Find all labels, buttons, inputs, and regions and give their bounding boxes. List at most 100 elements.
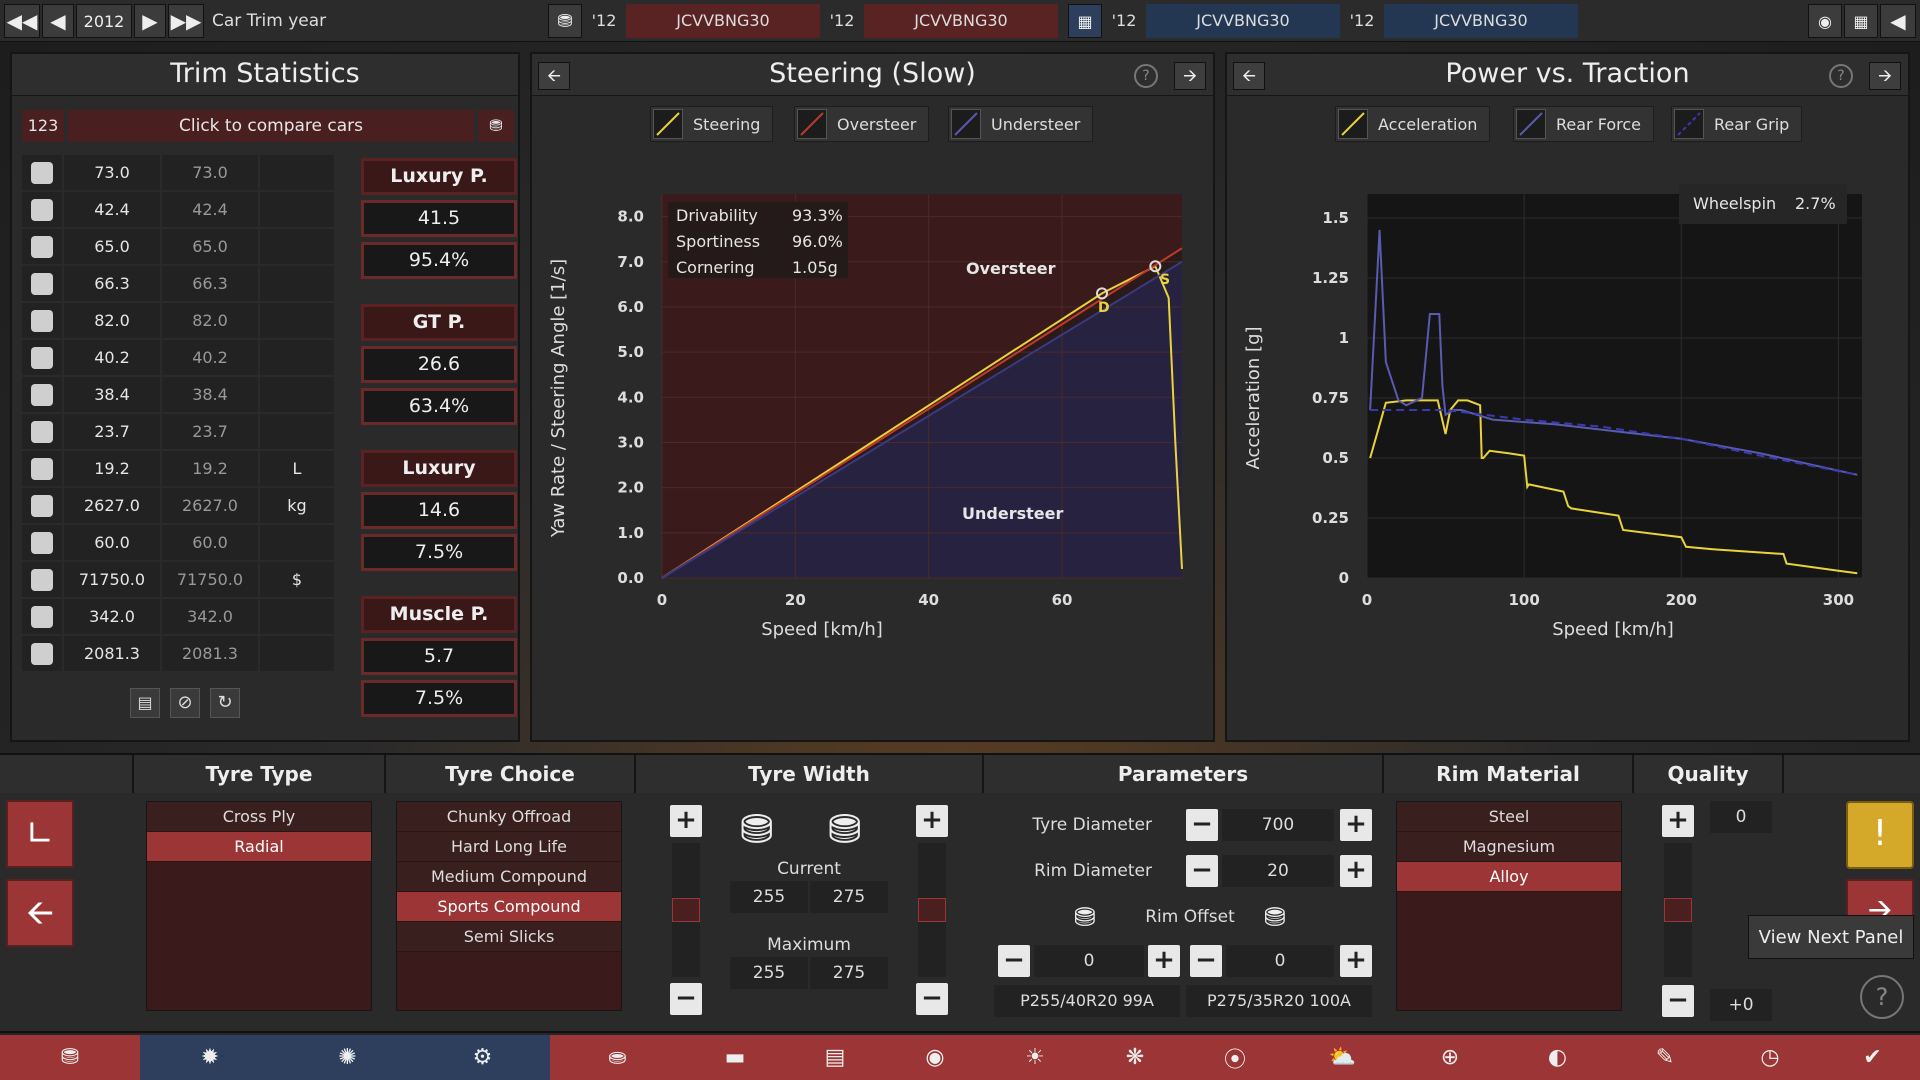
trim-icon[interactable]: ⛂ xyxy=(550,1035,685,1080)
front-offset-minus-button[interactable]: − xyxy=(998,945,1030,977)
camera-icon[interactable]: ◉ xyxy=(1808,4,1842,38)
legend-steering[interactable]: Steering xyxy=(650,106,774,142)
car-1-slot[interactable]: JCVVBNG30 xyxy=(626,4,820,38)
rear-width-plus-button[interactable]: + xyxy=(916,805,948,837)
front-width-plus-button[interactable]: + xyxy=(670,805,702,837)
reset-icon[interactable]: ↻ xyxy=(210,688,240,718)
rating-percent: 7.5% xyxy=(361,534,517,571)
quality-slider[interactable] xyxy=(1664,843,1692,977)
stat-unit: $ xyxy=(260,562,334,597)
rear-offset-plus-button[interactable]: + xyxy=(1340,945,1372,977)
done-icon[interactable]: ✔ xyxy=(1825,1035,1920,1080)
fixture-icon[interactable]: ▤ xyxy=(785,1035,885,1080)
quality-minus-button[interactable]: − xyxy=(1662,985,1694,1017)
aero-icon[interactable]: ◉ xyxy=(885,1035,985,1080)
compare-car-icon[interactable]: ⛃ xyxy=(478,110,514,142)
legend-oversteer[interactable]: Oversteer xyxy=(794,106,930,142)
list-item[interactable]: Magnesium xyxy=(1397,832,1621,862)
list-item[interactable]: Chunky Offroad xyxy=(397,802,621,832)
graph-icon[interactable]: ∟ xyxy=(6,800,74,868)
help-icon[interactable]: ? xyxy=(1134,64,1158,88)
list-item[interactable]: Steel xyxy=(1397,802,1621,832)
stat-compare: 19.2 xyxy=(162,451,258,486)
back-arrow-icon[interactable]: 🡨 xyxy=(6,879,74,947)
x-axis-label: Speed [km/h] xyxy=(1552,619,1674,640)
list-item[interactable]: Semi Slicks xyxy=(397,922,621,952)
prev-year-button[interactable]: ◀ xyxy=(42,4,74,38)
car-3-slot[interactable]: JCVVBNG30 xyxy=(1146,4,1340,38)
compare-cars-button[interactable]: Click to compare cars xyxy=(68,110,474,142)
tyre-diameter-minus-button[interactable]: − xyxy=(1186,809,1218,841)
next-year-button[interactable]: ▶ xyxy=(134,4,166,38)
help-icon[interactable]: ? xyxy=(1860,975,1904,1019)
legend-rear-force[interactable]: Rear Force xyxy=(1513,106,1654,142)
test-icon[interactable]: ✎ xyxy=(1615,1035,1715,1080)
legend-acceleration[interactable]: Acceleration xyxy=(1335,106,1491,142)
interior-icon[interactable]: ▬ xyxy=(685,1035,785,1080)
rim-diameter-plus-button[interactable]: + xyxy=(1340,855,1372,887)
steering-icon[interactable]: ⊕ xyxy=(1400,1035,1500,1080)
tyre-choice-header: Tyre Choice xyxy=(386,755,636,793)
rear-tyre-spec: P275/35R20 100A xyxy=(1186,985,1372,1017)
tyre-diameter-plus-button[interactable]: + xyxy=(1340,809,1372,841)
fuel-icon xyxy=(31,457,53,480)
rear-offset-minus-button[interactable]: − xyxy=(1190,945,1222,977)
speedometer-icon[interactable]: ◷ xyxy=(1715,1035,1825,1080)
front-offset-plus-button[interactable]: + xyxy=(1148,945,1180,977)
rear-width-slider[interactable] xyxy=(918,843,946,977)
list-item[interactable]: Cross Ply xyxy=(147,802,371,832)
panel-title: Power vs. Traction xyxy=(1227,54,1908,96)
safety-icon[interactable]: ◐ xyxy=(1500,1035,1615,1080)
front-offset-value[interactable]: 0 xyxy=(1034,945,1144,977)
gearbox-icon[interactable]: ⚙ xyxy=(415,1035,550,1080)
calendar-icon[interactable]: ▦ xyxy=(1068,4,1102,38)
front-width-slider[interactable] xyxy=(672,843,700,977)
rear-offset-value[interactable]: 0 xyxy=(1226,945,1334,977)
list-item[interactable]: Radial xyxy=(147,832,371,862)
suspension-icon[interactable]: ⦿ xyxy=(1185,1035,1285,1080)
prev-panel-button[interactable]: 🡨 xyxy=(1233,62,1265,90)
rim-diameter-value[interactable]: 20 xyxy=(1222,855,1334,887)
slider-handle[interactable] xyxy=(672,898,700,922)
tyre-diameter-value[interactable]: 700 xyxy=(1222,809,1334,841)
slider-handle[interactable] xyxy=(918,898,946,922)
tuning-icon[interactable]: ⛅ xyxy=(1285,1035,1400,1080)
slider-handle[interactable] xyxy=(1664,898,1692,922)
help-icon[interactable]: ? xyxy=(1829,64,1853,88)
list-item[interactable]: Alloy xyxy=(1397,862,1621,892)
brakes-icon[interactable]: ☀ xyxy=(985,1035,1085,1080)
last-year-button[interactable]: ▶▶ xyxy=(168,4,204,38)
clear-icon[interactable]: ⊘ xyxy=(170,688,200,718)
wheels-icon[interactable]: ❋ xyxy=(1085,1035,1185,1080)
next-panel-button[interactable]: 🡪 xyxy=(1869,62,1901,90)
report-icon[interactable]: ▤ xyxy=(130,688,160,718)
car-4-slot[interactable]: JCVVBNG30 xyxy=(1384,4,1578,38)
legend-label: Oversteer xyxy=(837,114,917,134)
list-item[interactable]: Medium Compound xyxy=(397,862,621,892)
legend-understeer[interactable]: Understeer xyxy=(948,106,1094,142)
car-icon[interactable]: ⛃ xyxy=(548,4,582,38)
rim-diameter-minus-button[interactable]: − xyxy=(1186,855,1218,887)
next-arrow-icon[interactable]: 🡪 xyxy=(1846,879,1914,919)
quality-value: 0 xyxy=(1710,801,1772,833)
warning-icon[interactable]: ! xyxy=(1846,801,1914,869)
list-item[interactable]: Hard Long Life xyxy=(397,832,621,862)
car-body-icon[interactable]: ⛃ xyxy=(0,1035,140,1080)
legend-rear-grip[interactable]: Rear Grip xyxy=(1671,106,1803,142)
first-year-button[interactable]: ◀◀ xyxy=(4,4,40,38)
year-field[interactable]: 2012 xyxy=(76,4,132,38)
calculator-icon[interactable]: ▦ xyxy=(1844,4,1878,38)
front-width-minus-button[interactable]: − xyxy=(670,983,702,1015)
prev-panel-button[interactable]: 🡨 xyxy=(538,62,570,90)
stat-value: 60.0 xyxy=(64,525,160,560)
quality-plus-button[interactable]: + xyxy=(1662,805,1694,837)
back-icon[interactable]: ◀ xyxy=(1880,4,1916,38)
next-panel-button[interactable]: 🡪 xyxy=(1174,62,1206,90)
car-2-slot[interactable]: JCVVBNG30 xyxy=(864,4,1058,38)
engine-icon[interactable]: ✹ xyxy=(140,1035,280,1080)
service-icon xyxy=(31,531,53,554)
chassis-icon[interactable]: ✺ xyxy=(280,1035,415,1080)
stat-row: 2627.0 2627.0 kg xyxy=(22,487,334,524)
list-item[interactable]: Sports Compound xyxy=(397,892,621,922)
rear-width-minus-button[interactable]: − xyxy=(916,983,948,1015)
